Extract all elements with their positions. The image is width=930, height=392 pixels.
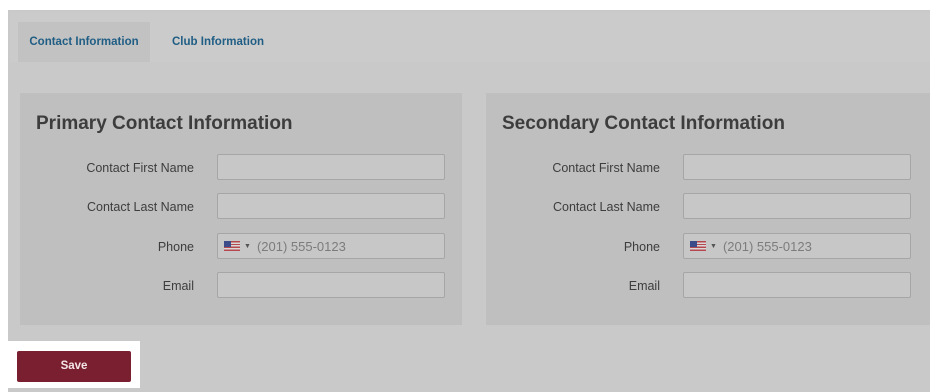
- secondary-phone-placeholder: (201) 555-0123: [722, 238, 812, 254]
- chevron-down-icon[interactable]: ▼: [244, 243, 251, 250]
- secondary-email-input[interactable]: [683, 272, 911, 298]
- secondary-contact-title: Secondary Contact Information: [502, 113, 785, 134]
- save-button[interactable]: Save: [17, 351, 131, 382]
- secondary-phone-label: Phone: [623, 240, 660, 254]
- secondary-first-name-input[interactable]: [683, 154, 911, 180]
- secondary-first-name-label: Contact First Name: [552, 161, 660, 175]
- secondary-last-name-input[interactable]: [683, 193, 911, 219]
- tab-club-information[interactable]: Club Information: [172, 22, 264, 62]
- page: Contact Information Club Information Pri…: [0, 0, 930, 392]
- secondary-phone-input[interactable]: ▼ (201) 555-0123: [683, 233, 911, 259]
- primary-contact-title: Primary Contact Information: [36, 113, 293, 134]
- primary-phone-placeholder: (201) 555-0123: [256, 238, 346, 254]
- primary-phone-label: Phone: [157, 240, 194, 254]
- us-flag-icon[interactable]: [224, 241, 240, 251]
- secondary-email-label: Email: [628, 279, 660, 293]
- secondary-last-name-label: Contact Last Name: [553, 200, 660, 214]
- tab-contact-information[interactable]: Contact Information: [18, 22, 150, 62]
- primary-last-name-input[interactable]: [217, 193, 445, 219]
- primary-first-name-input[interactable]: [217, 154, 445, 180]
- chevron-down-icon[interactable]: ▼: [710, 243, 717, 250]
- primary-first-name-label: Contact First Name: [86, 161, 194, 175]
- primary-last-name-label: Contact Last Name: [87, 200, 194, 214]
- primary-contact-panel: Primary Contact Information Contact Firs…: [20, 93, 462, 325]
- secondary-contact-panel: Secondary Contact Information Contact Fi…: [486, 93, 930, 325]
- primary-email-label: Email: [162, 279, 194, 293]
- primary-phone-input[interactable]: ▼ (201) 555-0123: [217, 233, 445, 259]
- us-flag-icon[interactable]: [690, 241, 706, 251]
- primary-email-input[interactable]: [217, 272, 445, 298]
